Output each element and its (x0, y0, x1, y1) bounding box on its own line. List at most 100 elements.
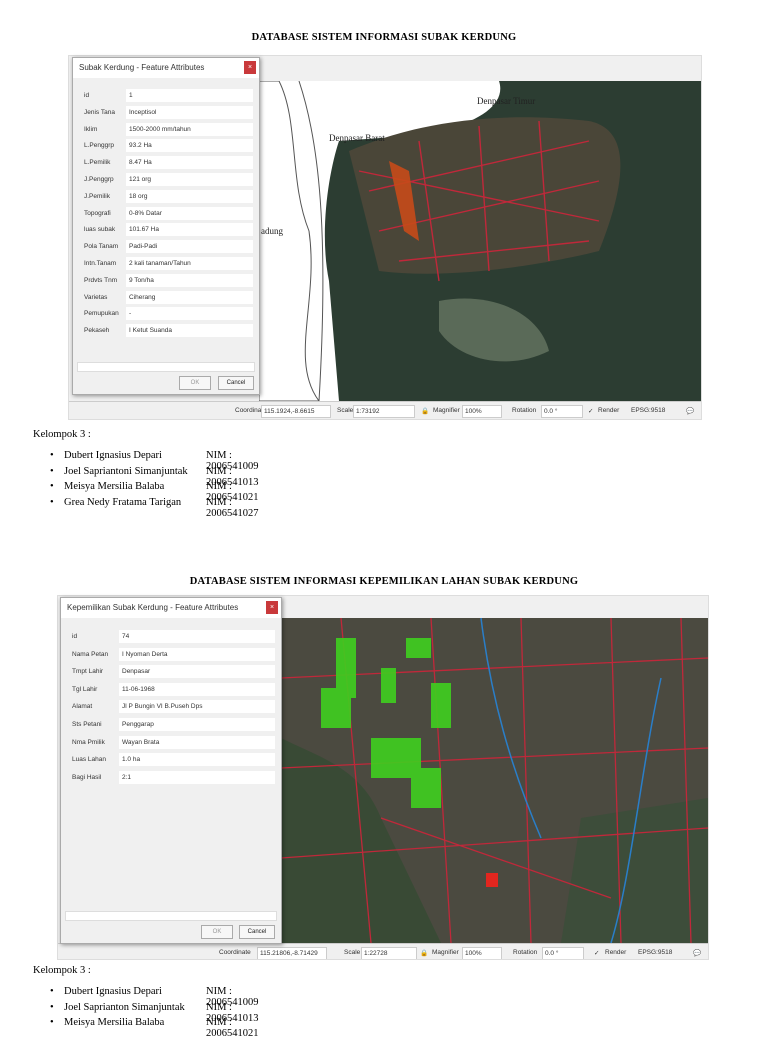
attribute-value[interactable]: - (126, 307, 253, 321)
member-name: Dubert Ignasius Depari (64, 986, 162, 997)
attribute-value[interactable]: Penggarap (119, 718, 275, 731)
attribute-label: Tgl Lahir (72, 685, 98, 693)
map-graphics (281, 618, 708, 943)
close-button[interactable]: × (244, 61, 256, 74)
attribute-row: L.Penggrp 93.2 Ha (81, 139, 253, 153)
coordinate-label: Coordinate (219, 949, 251, 956)
crs-button[interactable]: EPSG:9518 (638, 949, 672, 956)
attribute-row: J.Pemilik 18 org (81, 189, 253, 203)
magnifier-field[interactable]: 100% (462, 947, 502, 959)
attribute-value[interactable]: I Ketut Suanda (126, 324, 253, 338)
attribute-label: Topografi (84, 209, 111, 217)
member-list: Dubert Ignasius DepariNIM : 2006541009Jo… (50, 450, 259, 519)
attribute-label: Bagi Hasil (72, 773, 102, 781)
attribute-value[interactable]: 1500-2000 mm/tahun (126, 122, 253, 136)
magnifier-field[interactable]: 100% (462, 405, 502, 418)
map-canvas-1[interactable]: Denpasar Timur Denpasar Barat adung (259, 81, 701, 401)
attribute-row: id 1 (81, 89, 253, 102)
lock-icon[interactable]: 🔒 (420, 949, 428, 957)
coordinate-field[interactable]: 115.21806,-8.71429 (257, 947, 327, 959)
section1-title: DATABASE SISTEM INFORMASI SUBAK KERDUNG (251, 32, 517, 43)
lock-icon[interactable]: 🔒 (421, 407, 429, 415)
attribute-row: Luas Lahan 1.0 ha (69, 753, 275, 767)
member-item: Dubert Ignasius DepariNIM : 2006541009 (50, 986, 259, 1008)
attribute-value[interactable]: Wayan Brata (119, 735, 275, 749)
crs-button[interactable]: EPSG:9518 (631, 407, 665, 414)
attribute-value[interactable]: 1 (126, 89, 253, 102)
scale-label: Scale (337, 407, 354, 414)
feature-attributes-dialog-2: Kepemilikan Subak Kerdung - Feature Attr… (60, 597, 282, 944)
feature-attributes-dialog-1: Subak Kerdung - Feature Attributes × id 1 J… (72, 57, 260, 395)
member-name: Meisya Mersilia Balaba (64, 481, 165, 492)
attribute-value[interactable]: 1.0 ha (119, 753, 275, 767)
map-canvas-2[interactable] (281, 618, 708, 943)
member-name: Joel Sapriantoni Simanjuntak (64, 465, 188, 477)
attribute-label: J.Pemilik (84, 192, 111, 200)
attribute-label: Pola Tanam (84, 243, 119, 251)
member-item: Joel Saprianton SimanjuntakNIM : 2006541… (50, 1001, 259, 1024)
ok-button[interactable]: OK (179, 376, 211, 390)
attribute-row: Jenis Tana Inceptisol (81, 105, 253, 119)
rotation-field[interactable]: 0.0 ° (541, 405, 583, 418)
attribute-label: id (72, 633, 78, 640)
attribute-label: L.Pemilik (84, 159, 111, 167)
render-checkbox[interactable]: ✓ (588, 407, 593, 415)
member-name: Joel Saprianton Simanjuntak (64, 1001, 185, 1013)
attribute-value[interactable]: 93.2 Ha (126, 139, 253, 153)
attribute-label: L.Penggrp (84, 142, 114, 150)
group-heading: Kelompok 3 : (33, 965, 91, 976)
scale-select[interactable]: 1:73192 (353, 405, 415, 418)
ok-button[interactable]: OK (201, 925, 233, 939)
cancel-button[interactable]: Cancel (239, 925, 275, 939)
attribute-value[interactable]: Inceptisol (126, 105, 253, 119)
attribute-value[interactable]: 11-06-1968 (119, 682, 275, 696)
attribute-row: Bagi Hasil 2:1 (69, 770, 275, 784)
magnifier-label: Magnifier (433, 407, 460, 414)
attribute-value[interactable]: Denpasar (119, 665, 275, 679)
horizontal-scrollbar[interactable] (65, 911, 277, 921)
attribute-value[interactable]: 121 org (126, 173, 253, 186)
member-item: Joel Sapriantoni SimanjuntakNIM : 200654… (50, 465, 259, 488)
coordinate-field[interactable]: 115.1924,-8.6615 (261, 405, 331, 418)
group-heading: Kelompok 3 : (33, 429, 91, 440)
attribute-value[interactable]: 0-8% Datar (126, 206, 253, 220)
attribute-value[interactable]: 74 (119, 630, 275, 643)
member-nim: NIM : 2006541021 (206, 1017, 259, 1039)
messages-icon[interactable]: 💬 (686, 407, 694, 415)
attribute-row: Iklim 1500-2000 mm/tahun (81, 122, 253, 136)
attribute-label: Sts Petani (72, 721, 102, 728)
cancel-button[interactable]: Cancel (218, 376, 254, 390)
attribute-row: J.Penggrp 121 org (81, 173, 253, 186)
render-label: Render (605, 949, 627, 956)
member-nim: NIM : 2006541027 (206, 496, 259, 519)
attribute-row: Tmpt Lahir Denpasar (69, 665, 275, 679)
attribute-value[interactable]: Jl P Bungin VI B.Puseh Dps (119, 700, 275, 714)
section2-title: DATABASE SISTEM INFORMASI KEPEMILIKAN LA… (189, 576, 579, 587)
attribute-row: L.Pemilik 8.47 Ha (81, 156, 253, 170)
attribute-value[interactable]: Padi-Padi (126, 240, 253, 254)
scale-select[interactable]: 1:22728 (361, 947, 417, 959)
map-label: Denpasar Timur (477, 96, 536, 106)
member-item: Dubert Ignasius DepariNIM : 2006541009 (50, 450, 259, 472)
rotation-field[interactable]: 0.0 ° (542, 947, 584, 959)
status-bar: Coordinate 115.21806,-8.71429 Scale 1:22… (58, 943, 708, 959)
attribute-row: Pemupukan - (81, 307, 253, 321)
attribute-value[interactable]: 2 kali tanaman/Tahun (126, 257, 253, 270)
attribute-value[interactable]: 18 org (126, 189, 253, 203)
attribute-value[interactable]: I Nyoman Derta (119, 647, 275, 661)
scale-label: Scale (344, 949, 361, 956)
attribute-row: Tgl Lahir 11-06-1968 (69, 682, 275, 696)
attribute-value[interactable]: 2:1 (119, 770, 275, 784)
attribute-value[interactable]: Ciherang (126, 290, 253, 304)
magnifier-label: Magnifier (432, 949, 459, 956)
attribute-value[interactable]: 9 Ton/ha (126, 273, 253, 287)
attribute-value[interactable]: 8.47 Ha (126, 156, 253, 170)
messages-icon[interactable]: 💬 (693, 949, 701, 957)
attribute-value[interactable]: 101.67 Ha (126, 223, 253, 237)
render-checkbox[interactable]: ✓ (594, 949, 599, 957)
close-button[interactable]: × (266, 601, 278, 614)
horizontal-scrollbar[interactable] (77, 362, 255, 372)
attribute-label: Intn.Tanam (84, 260, 117, 267)
map-label: adung (261, 226, 283, 236)
rotation-label: Rotation (513, 949, 538, 956)
